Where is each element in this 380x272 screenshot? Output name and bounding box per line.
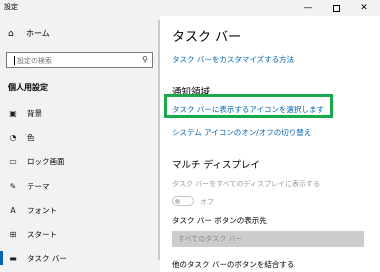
sidebar-item-label: フォント xyxy=(27,205,57,215)
home-icon: ⌂ xyxy=(8,28,14,39)
palette-icon: ◔ xyxy=(9,132,17,142)
font-icon: A xyxy=(10,205,16,215)
page-title: タスク バー xyxy=(172,30,242,45)
sidebar-item-lock-screen[interactable]: ▭ ロック画面 xyxy=(0,150,160,172)
taskbar-icon: ▬ xyxy=(9,253,17,263)
buttons-location-label: タスク バー ボタンの表示先 xyxy=(172,216,267,225)
text-caret xyxy=(14,56,15,65)
main-content: タスク バー タスク バーをカスタマイズする方法 通知領域 タスク バーに表示す… xyxy=(160,16,380,272)
system-icons-toggle-link[interactable]: システム アイコンのオン/オフの切り替え xyxy=(172,127,311,138)
sidebar-item-themes[interactable]: ✎ テーマ xyxy=(0,175,160,197)
minimize-button[interactable]: — xyxy=(294,0,322,16)
sidebar-item-color[interactable]: ◔ 色 xyxy=(0,126,160,148)
window-title: 設定 xyxy=(4,3,18,11)
multi-display-heading: マルチ ディスプレイ xyxy=(172,160,260,171)
dropdown-value: すべてのタスク バー xyxy=(178,235,243,243)
show-all-displays-label: タスク バーをすべてのディスプレイに表示する xyxy=(172,180,320,188)
close-icon: ✕ xyxy=(360,3,368,13)
sidebar-item-label: スタート xyxy=(27,229,57,239)
sidebar-item-start[interactable]: ⊞ スタート xyxy=(0,223,160,245)
start-icon: ⊞ xyxy=(9,229,17,239)
search-icon[interactable]: ⚲ xyxy=(142,55,148,64)
maximize-icon xyxy=(332,4,340,12)
sidebar-item-label: ロック画面 xyxy=(27,156,65,166)
section-heading: 個人用設定 xyxy=(8,83,48,92)
sidebar-item-label: テーマ xyxy=(27,181,50,191)
sidebar-item-fonts[interactable]: A フォント xyxy=(0,199,160,221)
toggle-state-label: オフ xyxy=(200,198,214,206)
close-button[interactable]: ✕ xyxy=(350,0,378,16)
sidebar-item-taskbar[interactable]: ▬ タスク バー xyxy=(0,247,160,269)
title-bar: 設定 — ✕ xyxy=(0,0,380,16)
minimize-icon: — xyxy=(303,3,313,13)
search-input[interactable]: 設定の検索 ⚲ xyxy=(6,52,153,68)
picture-icon: ▣ xyxy=(9,108,17,118)
sidebar-home[interactable]: ⌂ ホーム xyxy=(8,28,50,39)
home-label: ホーム xyxy=(26,29,50,38)
sidebar-item-label: 背景 xyxy=(27,108,42,118)
buttons-location-dropdown[interactable]: すべてのタスク バー xyxy=(172,231,364,247)
maximize-button[interactable] xyxy=(322,0,350,16)
brush-icon: ✎ xyxy=(9,181,17,191)
select-taskbar-icons-link[interactable]: タスク バーに表示するアイコンを選択します xyxy=(172,104,324,115)
sidebar-item-label: 色 xyxy=(27,132,35,142)
sidebar-item-background[interactable]: ▣ 背景 xyxy=(0,102,160,124)
sidebar: ⌂ ホーム 設定の検索 ⚲ 個人用設定 ▣ 背景 ◔ 色 ▭ ロック画面 ✎ テ… xyxy=(0,16,160,272)
show-all-displays-toggle[interactable] xyxy=(172,196,194,206)
search-placeholder: 設定の検索 xyxy=(17,57,52,65)
combine-buttons-label: 他のタスク バーのボタンを結合する xyxy=(172,260,295,269)
customize-taskbar-link[interactable]: タスク バーをカスタマイズする方法 xyxy=(172,54,294,65)
lock-screen-icon: ▭ xyxy=(9,156,17,166)
toggle-knob xyxy=(175,199,180,204)
sidebar-item-label: タスク バー xyxy=(27,253,67,263)
